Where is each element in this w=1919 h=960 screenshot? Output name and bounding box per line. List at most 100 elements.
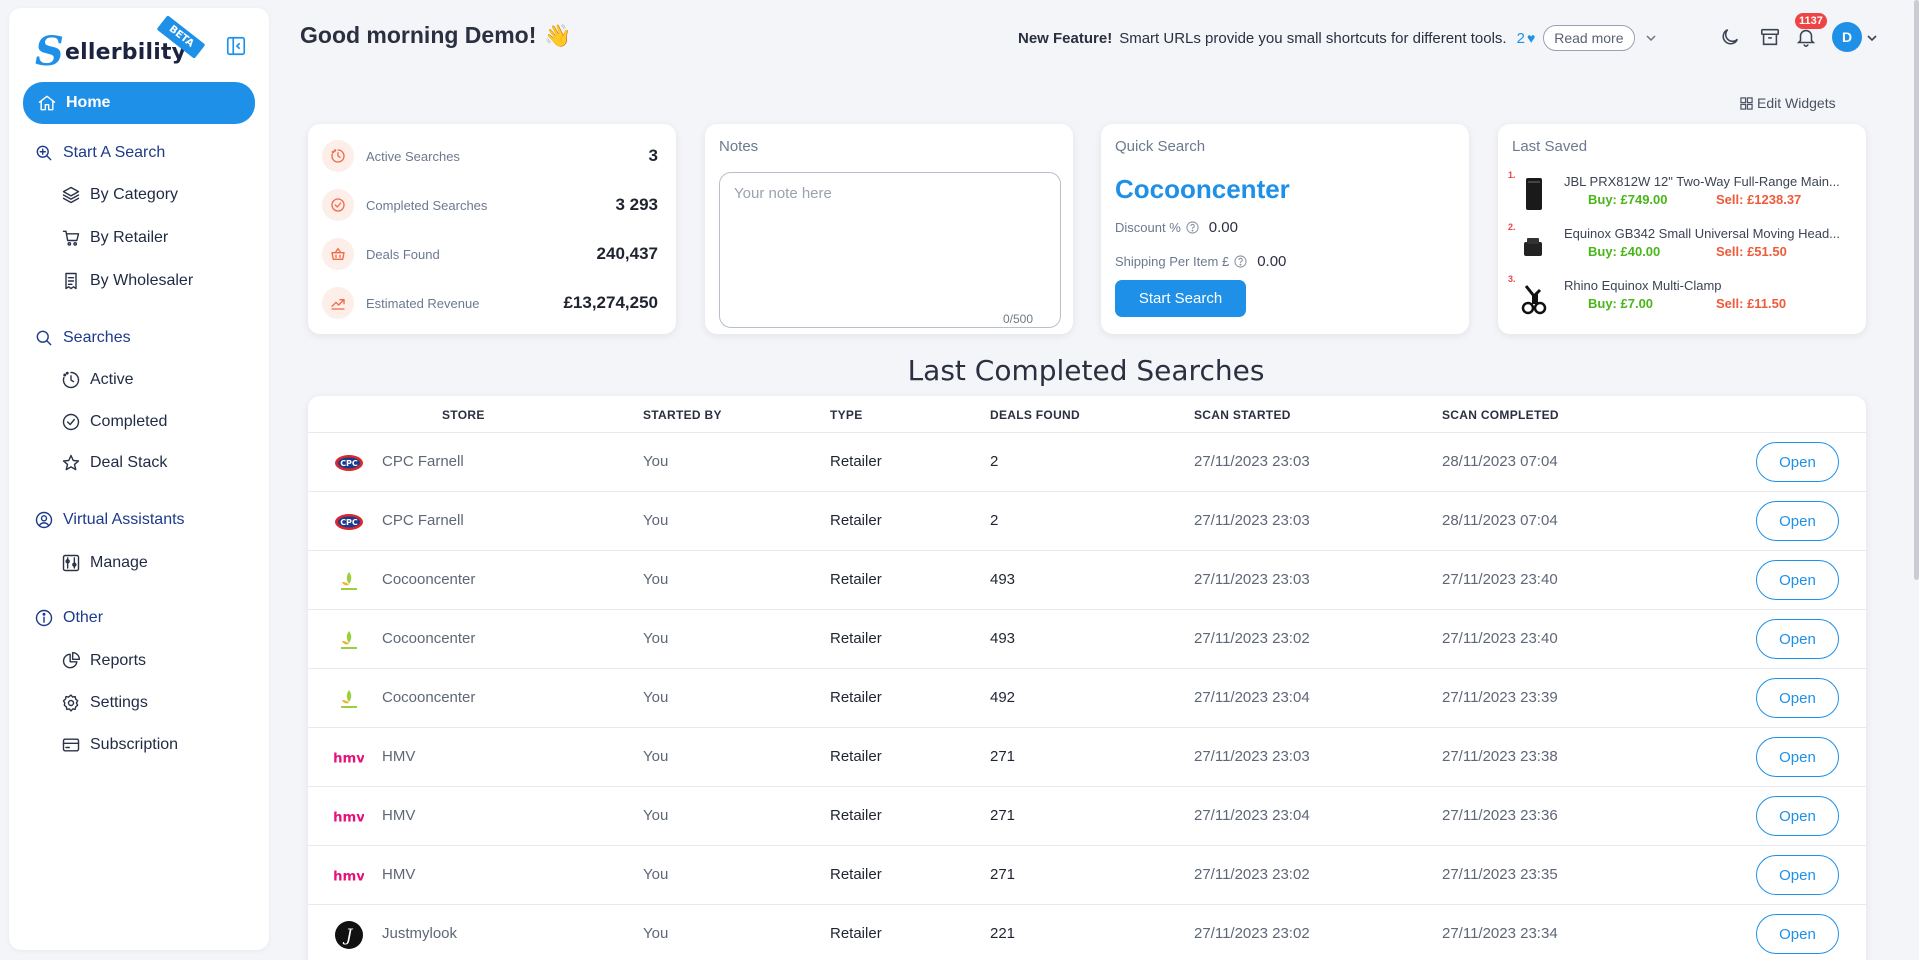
scan-completed: 27/11/2023 23:38 [1442, 748, 1558, 765]
store-name[interactable]: HMV [382, 866, 415, 883]
svg-text:hmv: hmv [334, 869, 364, 884]
grid-icon [1740, 96, 1753, 110]
started-by: You [643, 453, 669, 470]
shipping-value[interactable]: 0.00 [1257, 253, 1286, 270]
open-button[interactable]: Open [1756, 501, 1839, 541]
sidebar-item-label: Completed [90, 413, 168, 430]
scan-started: 27/11/2023 23:04 [1194, 689, 1310, 706]
timer-icon [322, 140, 354, 172]
feature-likes-count: 2 [1516, 29, 1525, 47]
open-button[interactable]: Open [1756, 914, 1839, 954]
notes-input[interactable] [719, 172, 1061, 328]
item-rank: 2. [1508, 222, 1516, 232]
last-saved-item[interactable]: 3. Rhino Equinox Multi-Clamp Buy: £7.00 Sel… [1508, 274, 1848, 322]
deals-found: 271 [990, 807, 1016, 824]
store-name[interactable]: HMV [382, 748, 415, 765]
help-icon[interactable] [1234, 255, 1247, 268]
chevron-down-icon[interactable] [1645, 32, 1657, 44]
store-logo [334, 625, 364, 655]
open-button[interactable]: Open [1756, 678, 1839, 718]
sidebar-item-virtual-assistants[interactable]: Virtual Assistants [34, 499, 185, 541]
brand-logo[interactable]: S ellerbility BETA [35, 15, 255, 78]
last-saved-item[interactable]: 2. Equinox GB342 Small Universal Moving H… [1508, 222, 1848, 270]
store-logo: CPC [334, 448, 364, 478]
product-image [1518, 228, 1548, 264]
card-icon [61, 735, 81, 755]
discount-value[interactable]: 0.00 [1209, 219, 1238, 236]
check-circle-icon [322, 189, 354, 221]
sidebar-item-manage[interactable]: Manage [61, 542, 148, 584]
edit-widgets-label: Edit Widgets [1757, 95, 1836, 111]
basket-icon [322, 238, 354, 270]
column-header[interactable]: STORE [442, 408, 485, 422]
sidebar-item-completed[interactable]: Completed [61, 401, 167, 443]
column-header[interactable]: SCAN COMPLETED [1442, 408, 1559, 422]
stat-row: Active Searches 3 [322, 139, 658, 173]
read-more-button[interactable]: Read more [1543, 25, 1635, 51]
sidebar-item-by-retailer[interactable]: By Retailer [61, 217, 168, 259]
edit-widgets-button[interactable]: Edit Widgets [1740, 95, 1836, 111]
discount-field: Discount % 0.00 [1115, 219, 1238, 236]
feature-likes[interactable]: 2 ♥ [1517, 30, 1536, 47]
sell-price: Sell: £51.50 [1716, 244, 1787, 259]
store-name[interactable]: CPC Farnell [382, 512, 464, 529]
stat-label: Completed Searches [366, 197, 488, 213]
stat-value: 3 293 [615, 195, 658, 214]
shipping-label: Shipping Per Item £ [1115, 254, 1230, 269]
avatar-chevron-down-icon[interactable] [1866, 32, 1878, 44]
bell-icon[interactable] [1795, 26, 1817, 48]
quick-search-title: Quick Search [1115, 138, 1206, 155]
sidebar-item-start-a-search[interactable]: Start A Search [34, 132, 165, 174]
sidebar-item-by-category[interactable]: By Category [61, 174, 178, 216]
brand-initial: S [35, 28, 64, 75]
sidebar-item-subscription[interactable]: Subscription [61, 724, 178, 766]
column-header[interactable]: TYPE [830, 408, 863, 422]
last-saved-item[interactable]: 1. JBL PRX812W 12" Two-Way Full-Range Mai… [1508, 170, 1848, 218]
receipt-icon [61, 271, 81, 291]
column-header[interactable]: DEALS FOUND [990, 408, 1080, 422]
deals-found: 271 [990, 748, 1016, 765]
help-icon[interactable] [1186, 221, 1199, 234]
svg-text:CPC: CPC [340, 518, 358, 527]
column-header[interactable]: SCAN STARTED [1194, 408, 1291, 422]
table-row: hmv HMV You Retailer 271 27/11/2023 23:03 27/1… [308, 728, 1866, 787]
sidebar-item-label: Virtual Assistants [63, 511, 185, 528]
sidebar-item-reports[interactable]: Reports [61, 640, 146, 682]
sidebar-item-settings[interactable]: Settings [61, 682, 148, 724]
dark-mode-icon[interactable] [1719, 26, 1741, 48]
table-row: hmv HMV You Retailer 271 27/11/2023 23:02 27/1… [308, 846, 1866, 905]
sidebar-item-home[interactable]: Home [23, 82, 255, 124]
sidebar-item-deal-stack[interactable]: Deal Stack [61, 442, 167, 484]
deals-found: 271 [990, 866, 1016, 883]
sidebar-item-by-wholesaler[interactable]: By Wholesaler [61, 260, 193, 302]
product-name: JBL PRX812W 12" Two-Way Full-Range Main.… [1564, 174, 1840, 189]
column-header[interactable]: STARTED BY [643, 408, 722, 422]
collapse-sidebar-icon[interactable] [225, 35, 247, 57]
quick-search-card: Quick Search Cocooncenter Discount % 0.0… [1101, 124, 1469, 334]
avatar[interactable]: D [1832, 22, 1862, 52]
store-name[interactable]: HMV [382, 807, 415, 824]
open-button[interactable]: Open [1756, 737, 1839, 777]
star-icon [61, 453, 81, 473]
sidebar-item-label: Reports [90, 652, 147, 669]
store-name[interactable]: Cocooncenter [382, 571, 475, 588]
store-name[interactable]: Cocooncenter [382, 689, 475, 706]
archive-icon[interactable] [1759, 26, 1781, 48]
store-name[interactable]: Cocooncenter [382, 630, 475, 647]
sidebar-item-label: Subscription [90, 736, 179, 753]
search-type: Retailer [830, 571, 882, 588]
open-button[interactable]: Open [1756, 619, 1839, 659]
store-name[interactable]: Justmylook [382, 925, 457, 942]
open-button[interactable]: Open [1756, 442, 1839, 482]
table-row: CPC CPC Farnell You Retailer 2 27/11/2023 23:… [308, 492, 1866, 551]
quick-search-store[interactable]: Cocooncenter [1115, 174, 1290, 205]
heart-icon: ♥ [1526, 30, 1536, 46]
open-button[interactable]: Open [1756, 796, 1839, 836]
store-name[interactable]: CPC Farnell [382, 453, 464, 470]
start-search-button[interactable]: Start Search [1115, 280, 1246, 317]
sidebar-item-other[interactable]: Other [34, 597, 103, 639]
scan-completed: 27/11/2023 23:40 [1442, 571, 1558, 588]
open-button[interactable]: Open [1756, 560, 1839, 600]
page-scrollbar[interactable] [1914, 0, 1919, 580]
open-button[interactable]: Open [1756, 855, 1839, 895]
